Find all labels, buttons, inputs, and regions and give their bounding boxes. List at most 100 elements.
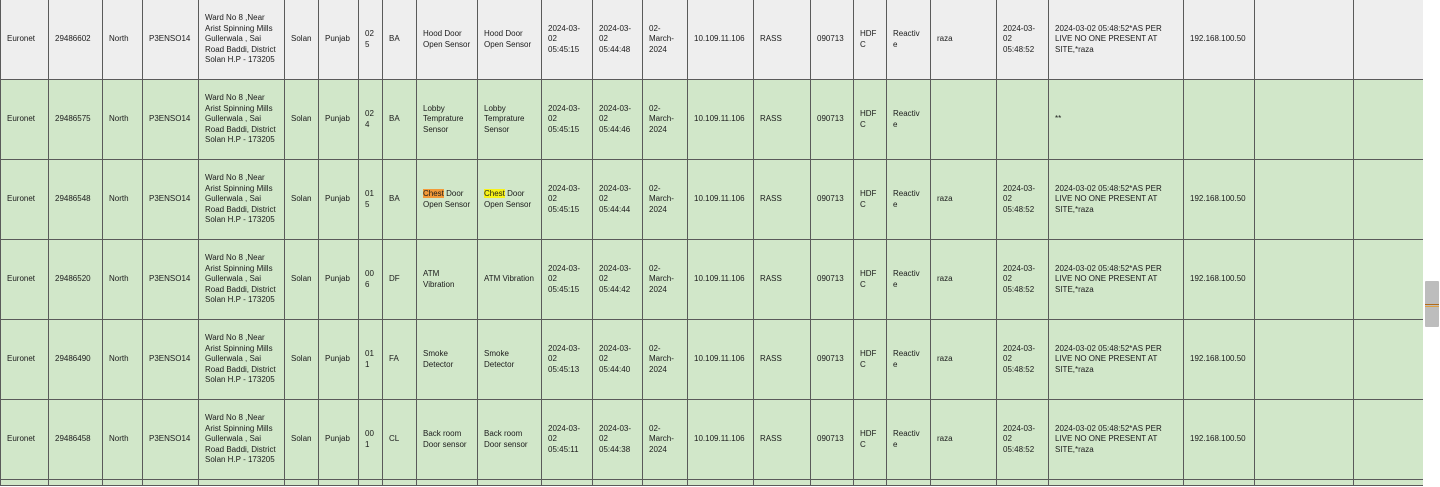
table-cell <box>541 479 593 486</box>
cell-router-ip: 192.168.100.50 <box>1183 399 1255 480</box>
table-cell <box>1048 479 1184 486</box>
cell-city: Solan <box>284 239 319 320</box>
cell-extra <box>1254 319 1354 400</box>
cell-panel-ip: 10.109.11.106 <box>687 319 754 400</box>
cell-extra <box>1353 399 1423 480</box>
cell-date: 02-March-2024 <box>642 79 688 160</box>
cell-zone-code: 024 <box>358 79 383 160</box>
table-cell <box>382 479 417 486</box>
cell-state: Punjab <box>318 239 359 320</box>
cell-alert-2: Hood Door Open Sensor <box>477 0 542 80</box>
cell-zone-code: 001 <box>358 399 383 480</box>
cell-city: Solan <box>284 0 319 80</box>
cell-panel-ip: 10.109.11.106 <box>687 159 754 240</box>
cell-created-time: 2024-03-02 05:45:11 <box>541 399 593 480</box>
cell-city: Solan <box>284 79 319 160</box>
table-row[interactable]: Euronet 29486490 North P3ENSO14 Ward No 8 ,N… <box>0 319 1423 400</box>
table-cell <box>687 479 754 486</box>
table-cell <box>198 479 285 486</box>
cell-site-id: P3ENSO14 <box>142 0 199 80</box>
cell-alert: Chest Door Open Sensor <box>416 159 478 240</box>
cell-region: North <box>102 0 143 80</box>
cell-received-time: 2024-03-02 05:44:48 <box>592 0 643 80</box>
cell-city: Solan <box>284 319 319 400</box>
scroll-thumb-grip-line <box>1425 306 1439 307</box>
cell-operator <box>930 79 997 160</box>
cell-closed-time: 2024-03-02 05:48:52 <box>996 319 1049 400</box>
cell-alert-2: Chest Door Open Sensor <box>477 159 542 240</box>
cell-received-time: 2024-03-02 05:44:42 <box>592 239 643 320</box>
cell-received-time: 2024-03-02 05:44:38 <box>592 399 643 480</box>
table-cell <box>477 479 542 486</box>
cell-zone-code: 015 <box>358 159 383 240</box>
cell-address: Ward No 8 ,Near Arist Spinning Mills Gul… <box>198 79 285 160</box>
table-cell <box>1353 479 1423 486</box>
cell-extra <box>1353 79 1423 160</box>
cell-alert-2: ATM Vibration <box>477 239 542 320</box>
cell-mode: Reactive <box>886 239 931 320</box>
cell-operator: raza <box>930 0 997 80</box>
cell-alert: Back room Door sensor <box>416 399 478 480</box>
table-row[interactable]: Euronet 29486520 North P3ENSO14 Ward No 8 ,N… <box>0 239 1423 320</box>
cell-city: Solan <box>284 399 319 480</box>
cell-date: 02-March-2024 <box>642 239 688 320</box>
table-row[interactable]: Euronet 29486602 North P3ENSO14 Ward No 8 ,N… <box>0 0 1423 80</box>
cell-bank: HDFC <box>853 159 887 240</box>
cell-zone-code: 011 <box>358 319 383 400</box>
cell-bank: HDFC <box>853 319 887 400</box>
cell-alarm-code: DF <box>382 239 417 320</box>
cell-created-time: 2024-03-02 05:45:13 <box>541 319 593 400</box>
cell-alert: ATM Vibration <box>416 239 478 320</box>
table-cell <box>1183 479 1255 486</box>
table-row[interactable]: Euronet 29486458 North P3ENSO14 Ward No 8 ,N… <box>0 399 1423 480</box>
cell-region: North <box>102 319 143 400</box>
cell-panel-type: RASS <box>753 0 811 80</box>
cell-alarm-id: 29486602 <box>48 0 103 80</box>
table-row[interactable]: Euronet 29486575 North P3ENSO14 Ward No 8 ,N… <box>0 79 1423 160</box>
cell-mode: Reactive <box>886 159 931 240</box>
alarm-table-viewport: Euronet 29486602 North P3ENSO14 Ward No 8 ,N… <box>0 0 1423 487</box>
cell-code: 090713 <box>810 399 854 480</box>
table-cell <box>592 479 643 486</box>
vertical-scrollbar[interactable] <box>1423 0 1440 486</box>
cell-panel-ip: 10.109.11.106 <box>687 0 754 80</box>
alarm-table: Euronet 29486602 North P3ENSO14 Ward No 8 ,N… <box>0 0 1423 486</box>
cell-address: Ward No 8 ,Near Arist Spinning Mills Gul… <box>198 399 285 480</box>
cell-bank-network: Euronet <box>0 159 49 240</box>
cell-operator: raza <box>930 159 997 240</box>
cell-alarm-id: 29486458 <box>48 399 103 480</box>
search-highlight: Chest <box>484 189 505 198</box>
cell-extra <box>1254 0 1354 80</box>
cell-alert: Hood Door Open Sensor <box>416 0 478 80</box>
table-cell <box>318 479 359 486</box>
table-cell <box>358 479 383 486</box>
cell-region: North <box>102 79 143 160</box>
cell-region: North <box>102 159 143 240</box>
table-cell <box>48 479 103 486</box>
cell-alarm-id: 29486520 <box>48 239 103 320</box>
cell-created-time: 2024-03-02 05:45:15 <box>541 0 593 80</box>
cell-alert-2: Smoke Detector <box>477 319 542 400</box>
table-cell <box>753 479 811 486</box>
table-row[interactable]: Euronet 29486548 North P3ENSO14 Ward No 8 ,N… <box>0 159 1423 240</box>
cell-router-ip: 192.168.100.50 <box>1183 239 1255 320</box>
cell-date: 02-March-2024 <box>642 319 688 400</box>
cell-comment: ** <box>1048 79 1184 160</box>
cell-extra <box>1254 239 1354 320</box>
cell-bank-network: Euronet <box>0 239 49 320</box>
cell-bank: HDFC <box>853 79 887 160</box>
cell-zone-code: 025 <box>358 0 383 80</box>
cell-alarm-code: BA <box>382 0 417 80</box>
table-row-partial[interactable] <box>0 479 1423 486</box>
cell-panel-ip: 10.109.11.106 <box>687 399 754 480</box>
cell-extra <box>1254 79 1354 160</box>
table-cell <box>810 479 854 486</box>
cell-extra <box>1254 399 1354 480</box>
cell-router-ip: 192.168.100.50 <box>1183 319 1255 400</box>
cell-site-id: P3ENSO14 <box>142 79 199 160</box>
cell-code: 090713 <box>810 319 854 400</box>
cell-alarm-id: 29486548 <box>48 159 103 240</box>
cell-panel-ip: 10.109.11.106 <box>687 79 754 160</box>
cell-region: North <box>102 239 143 320</box>
cell-bank-network: Euronet <box>0 319 49 400</box>
